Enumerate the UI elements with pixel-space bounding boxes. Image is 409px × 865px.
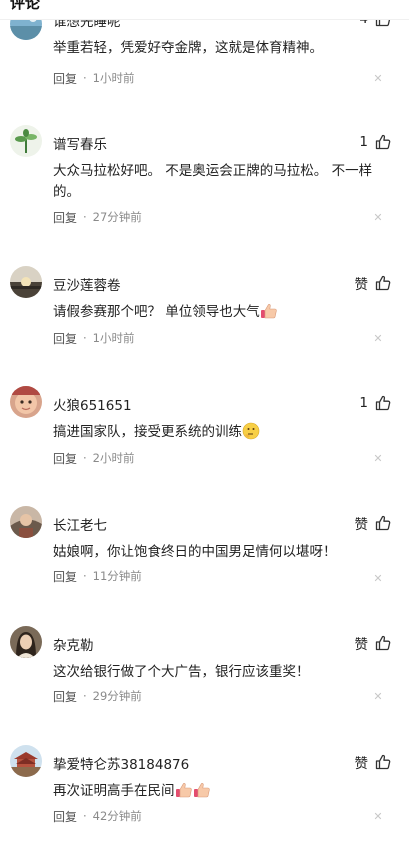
close-icon[interactable]: ✕ — [373, 453, 383, 464]
comment-text: 大众马拉松好吧。 不是奥运会正牌的马拉松。 不一样的。 — [53, 163, 373, 200]
thumbs-up-icon — [375, 275, 391, 291]
like-button[interactable]: 赞 — [355, 513, 392, 533]
comment-item: 豆沙莲蓉卷 赞 请假参赛那个吧？ 单位领导也大气 回复 · 1小时前 ✕ — [0, 266, 409, 386]
comment-meta: 回复 · 42分钟前 — [53, 807, 142, 825]
comment-username[interactable]: 杂克勒 — [53, 634, 94, 654]
close-icon[interactable]: ✕ — [373, 333, 383, 344]
separator-dot: · — [83, 809, 87, 823]
thumbs-up-icon — [375, 134, 391, 150]
comment-time: 11分钟前 — [92, 569, 142, 583]
separator-dot: · — [83, 210, 87, 224]
comment-username[interactable]: 谱写春乐 — [53, 133, 107, 153]
comment-text-wrapper: 再次证明高手在民间 — [53, 781, 391, 802]
close-icon[interactable]: ✕ — [373, 573, 383, 584]
like-button[interactable]: 1 — [359, 393, 391, 413]
close-icon[interactable]: ✕ — [373, 73, 383, 84]
close-icon[interactable]: ✕ — [373, 691, 383, 702]
thumbs-up-emoji — [260, 304, 277, 319]
reply-button[interactable]: 回复 — [53, 568, 77, 585]
thinking-face-emoji — [242, 422, 260, 440]
comment-meta: 回复 · 11分钟前 — [53, 567, 142, 585]
comment-item: 杂克勒 赞 这次给银行做了个大广告，银行应该重奖！ 回复 · 29分钟前 ✕ — [0, 626, 409, 746]
comment-username[interactable]: 火狼651651 — [53, 394, 132, 414]
two-thumbs-up-emoji — [175, 783, 210, 798]
like-button[interactable]: 赞 — [355, 633, 392, 653]
comment-username[interactable]: 挚爱特仑苏38184876 — [53, 753, 189, 773]
comment-meta: 回复 · 1小时前 — [53, 69, 135, 87]
comment-text: 再次证明高手在民间 — [53, 783, 175, 799]
like-count: 1 — [359, 134, 368, 150]
comment-meta: 回复 · 29分钟前 — [53, 687, 142, 705]
reply-button[interactable]: 回复 — [53, 808, 77, 825]
temple-avatar-icon[interactable] — [10, 745, 42, 777]
page-title: 评论 — [10, 0, 41, 12]
child-avatar-icon[interactable] — [10, 386, 42, 418]
comment-time: 29分钟前 — [92, 689, 142, 703]
comment-item: 火狼651651 1 搞进国家队，接受更系统的训练 回复 · 2小时前 ✕ — [0, 386, 409, 506]
portrait-avatar-icon[interactable] — [10, 626, 42, 658]
comment-meta: 回复 · 27分钟前 — [53, 208, 142, 226]
comment-time: 27分钟前 — [92, 210, 142, 224]
separator-dot: · — [83, 451, 87, 465]
comment-item: 长江老七 赞 姑娘啊，你让饱食终日的中国男足情何以堪呀！ 回复 · 11分钟前 … — [0, 506, 409, 626]
reply-button[interactable]: 回复 — [53, 688, 77, 705]
reply-button[interactable]: 回复 — [53, 330, 77, 347]
thumbs-up-icon — [375, 635, 391, 651]
comment-meta: 回复 · 2小时前 — [53, 449, 135, 467]
comment-time: 2小时前 — [92, 451, 135, 465]
thumbs-up-icon — [375, 515, 391, 531]
comment-text: 姑娘啊，你让饱食终日的中国男足情何以堪呀！ — [53, 544, 337, 560]
thumbs-up-icon — [375, 395, 391, 411]
like-count: 赞 — [354, 637, 369, 653]
like-count: 1 — [359, 395, 368, 411]
like-count: 赞 — [354, 756, 369, 772]
comment-username[interactable]: 长江老七 — [53, 514, 107, 534]
comment-item: 谁想先睡呢 4 举重若轻，凭爱好夺金牌，这就是体育精神。 回复 · 1小时前 ✕ — [0, 8, 409, 128]
comment-username[interactable]: 豆沙莲蓉卷 — [53, 274, 121, 294]
sunset-avatar-icon[interactable] — [10, 266, 42, 298]
close-icon[interactable]: ✕ — [373, 212, 383, 223]
separator-dot: · — [83, 689, 87, 703]
comment-time: 1小时前 — [92, 71, 135, 85]
reply-button[interactable]: 回复 — [53, 70, 77, 87]
top-bar: 评论 — [0, 0, 409, 20]
comment-text-wrapper: 搞进国家队，接受更系统的训练 — [53, 422, 391, 443]
separator-dot: · — [83, 569, 87, 583]
comment-text: 请假参赛那个吧？ 单位领导也大气 — [53, 304, 260, 320]
separator-dot: · — [83, 71, 87, 85]
comment-item: 挚爱特仑苏38184876 赞 再次证明高手在民间 回复 · 42分钟前 ✕ — [0, 745, 409, 865]
like-button[interactable]: 赞 — [355, 752, 392, 772]
like-button[interactable]: 1 — [359, 132, 391, 152]
plant-avatar-icon[interactable] — [10, 125, 42, 157]
comment-text: 搞进国家队，接受更系统的训练 — [53, 424, 242, 440]
like-count: 赞 — [354, 277, 369, 293]
comment-text-wrapper: 请假参赛那个吧？ 单位领导也大气 — [53, 302, 391, 323]
comment-meta: 回复 · 1小时前 — [53, 329, 135, 347]
separator-dot: · — [83, 331, 87, 345]
like-button[interactable]: 赞 — [355, 273, 392, 293]
close-icon[interactable]: ✕ — [373, 811, 383, 822]
reply-button[interactable]: 回复 — [53, 450, 77, 467]
person-avatar-icon[interactable] — [10, 506, 42, 538]
reply-button[interactable]: 回复 — [53, 209, 77, 226]
comment-text: 这次给银行做了个大广告，银行应该重奖！ — [53, 664, 310, 680]
comment-time: 42分钟前 — [92, 809, 142, 823]
like-count: 赞 — [354, 517, 369, 533]
comment-text: 举重若轻，凭爱好夺金牌，这就是体育精神。 — [53, 40, 323, 56]
comment-item: 谱写春乐 1 大众马拉松好吧。 不是奥运会正牌的马拉松。 不一样的。 回复 · … — [0, 125, 409, 245]
thumbs-up-icon — [375, 754, 391, 770]
comment-time: 1小时前 — [92, 331, 135, 345]
